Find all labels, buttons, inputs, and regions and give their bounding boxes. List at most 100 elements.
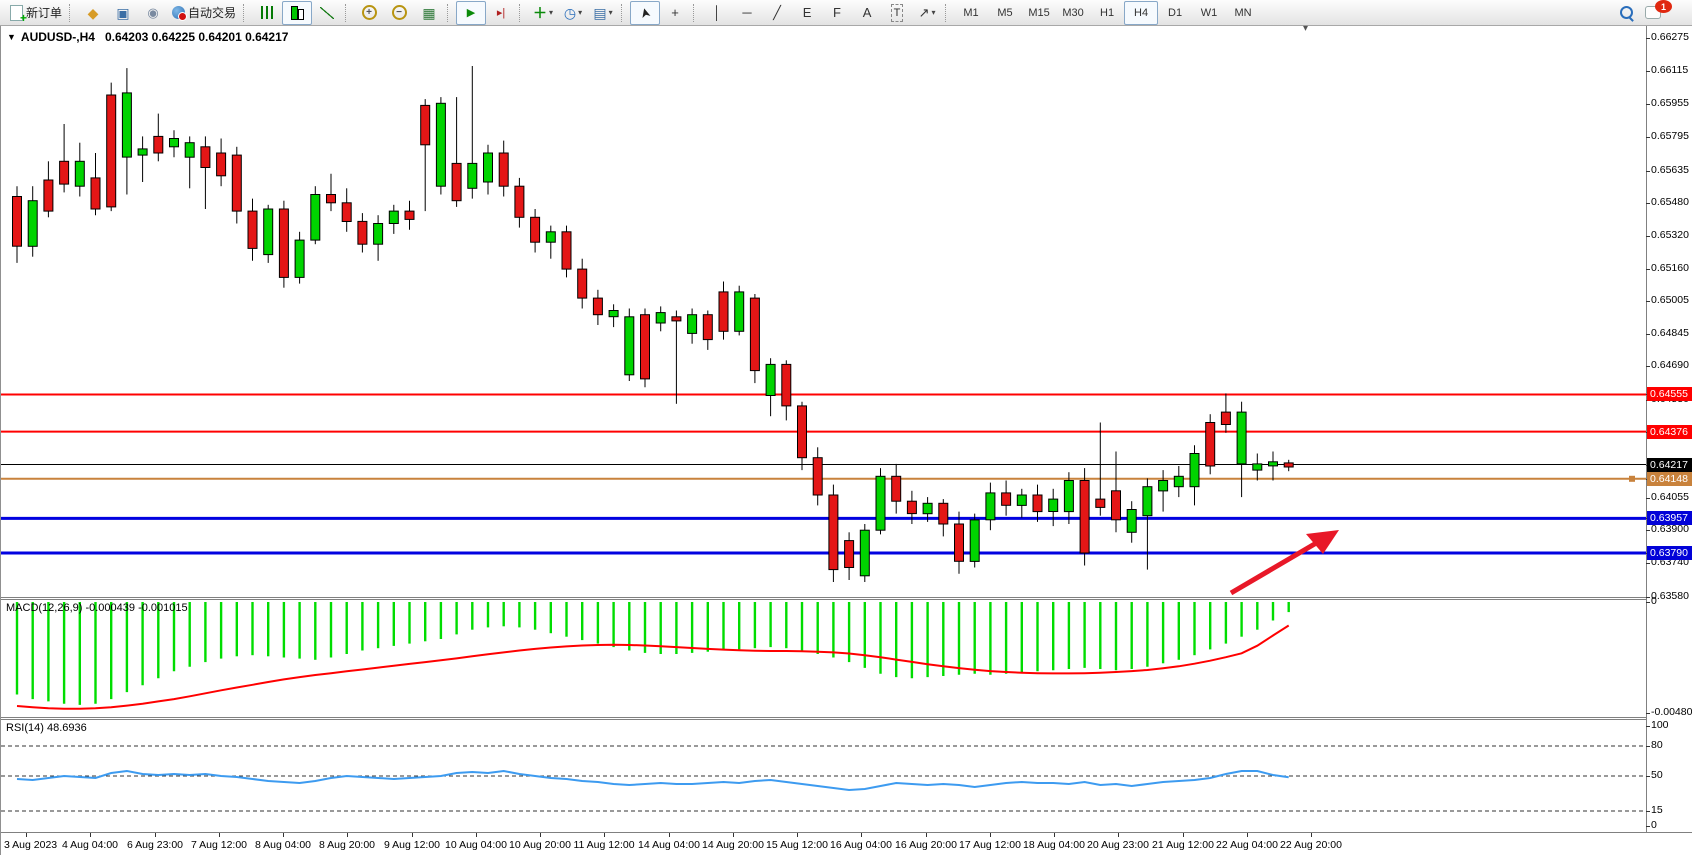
candle[interactable]	[342, 188, 351, 232]
candle[interactable]	[813, 447, 822, 505]
timeframe-button-mn[interactable]: MN	[1226, 1, 1260, 25]
candle[interactable]	[593, 290, 602, 325]
strategy-tester-button[interactable]: ◉	[138, 1, 168, 25]
collapse-icon[interactable]: ▼	[7, 32, 16, 42]
candle[interactable]	[829, 485, 838, 582]
candle[interactable]	[1017, 489, 1026, 518]
price-pane[interactable]: ▼ AUDUSD-,H4 0.64203 0.64225 0.64201 0.6…	[1, 26, 1646, 597]
macd-chart[interactable]	[1, 600, 1646, 717]
candle[interactable]	[1112, 452, 1121, 533]
timeframe-button-m30[interactable]: M30	[1056, 1, 1090, 25]
channel-tool-button[interactable]: E	[792, 1, 822, 25]
candle[interactable]	[641, 309, 650, 388]
candle[interactable]	[279, 201, 288, 288]
market-watch-button[interactable]: ◆	[78, 1, 108, 25]
candle[interactable]	[499, 141, 508, 197]
candle[interactable]	[295, 232, 304, 284]
arrows-tool-button[interactable]: ↗▾	[912, 1, 942, 25]
timeframe-button-h4[interactable]: H4	[1124, 1, 1158, 25]
chart-shift-button[interactable]: ▸|	[486, 1, 516, 25]
candle[interactable]	[672, 311, 681, 404]
candle[interactable]	[170, 130, 179, 157]
candle[interactable]	[154, 114, 163, 162]
candle[interactable]	[845, 532, 854, 580]
candle[interactable]	[970, 514, 979, 568]
candle[interactable]	[232, 147, 241, 224]
candle[interactable]	[374, 215, 383, 261]
candle[interactable]	[264, 205, 273, 263]
text-tool-button[interactable]: A	[852, 1, 882, 25]
timeframe-button-w1[interactable]: W1	[1192, 1, 1226, 25]
chart-window[interactable]: ▼ AUDUSD-,H4 0.64203 0.64225 0.64201 0.6…	[0, 26, 1692, 855]
fibonacci-tool-button[interactable]: F	[822, 1, 852, 25]
candle[interactable]	[91, 153, 100, 215]
candle[interactable]	[468, 66, 477, 199]
candle[interactable]	[311, 186, 320, 244]
trendline-tool-button[interactable]: ╱	[762, 1, 792, 25]
candle[interactable]	[735, 286, 744, 336]
candle[interactable]	[185, 136, 194, 188]
candle[interactable]	[13, 186, 22, 263]
candle[interactable]	[28, 186, 37, 257]
timeframe-button-d1[interactable]: D1	[1158, 1, 1192, 25]
candle[interactable]	[1237, 402, 1246, 497]
candle[interactable]	[703, 311, 712, 350]
candle[interactable]	[358, 213, 367, 252]
rsi-pane[interactable]: RSI(14) 48.6936	[1, 720, 1646, 832]
indicators-button[interactable]: ＋▾	[528, 1, 558, 25]
candle[interactable]	[107, 83, 116, 212]
auto-scroll-button[interactable]: ▶	[456, 1, 486, 25]
candle[interactable]	[1127, 501, 1136, 543]
candle[interactable]	[1269, 452, 1278, 481]
candle[interactable]	[986, 483, 995, 531]
candle[interactable]	[656, 306, 665, 331]
candle[interactable]	[876, 468, 885, 534]
candle[interactable]	[217, 139, 226, 187]
candle[interactable]	[1033, 485, 1042, 522]
crosshair-tool-button[interactable]: +	[660, 1, 690, 25]
candle[interactable]	[609, 304, 618, 327]
candle[interactable]	[405, 201, 414, 230]
auto-trading-button[interactable]: 自动交易	[168, 1, 240, 25]
templates-button[interactable]: ▤▾	[588, 1, 618, 25]
candle[interactable]	[327, 174, 336, 211]
candle[interactable]	[389, 205, 398, 234]
data-window-button[interactable]: ▣	[108, 1, 138, 25]
candle[interactable]	[248, 199, 257, 261]
candle[interactable]	[201, 136, 210, 209]
candle[interactable]	[546, 226, 555, 259]
candle[interactable]	[1143, 478, 1152, 569]
candle[interactable]	[939, 499, 948, 536]
candle[interactable]	[122, 68, 131, 194]
candle[interactable]	[1159, 470, 1168, 512]
candle[interactable]	[1174, 466, 1183, 497]
vertical-line-tool-button[interactable]: │	[702, 1, 732, 25]
tile-windows-button[interactable]: ▦	[414, 1, 444, 25]
candle[interactable]	[750, 294, 759, 383]
candle[interactable]	[562, 226, 571, 278]
candle[interactable]	[766, 358, 775, 416]
zoom-out-button[interactable]: −	[384, 1, 414, 25]
candle[interactable]	[1221, 393, 1230, 432]
macd-pane[interactable]: MACD(12,26,9) -0.000439 -0.001015	[1, 600, 1646, 717]
candle[interactable]	[892, 464, 901, 514]
candle[interactable]	[421, 99, 430, 211]
candle[interactable]	[60, 124, 69, 192]
candle[interactable]	[625, 309, 634, 382]
timeframe-button-m15[interactable]: M15	[1022, 1, 1056, 25]
candlestick-chart-button[interactable]	[282, 1, 312, 25]
candlestick-chart[interactable]	[1, 26, 1646, 597]
candle[interactable]	[1190, 445, 1199, 505]
candle[interactable]	[1284, 460, 1293, 471]
text-label-tool-button[interactable]: T	[882, 1, 912, 25]
candle[interactable]	[955, 512, 964, 574]
candle[interactable]	[688, 309, 697, 344]
candle[interactable]	[452, 97, 461, 207]
periods-button[interactable]: ◷▾	[558, 1, 588, 25]
time-axis[interactable]: 3 Aug 20234 Aug 04:006 Aug 23:007 Aug 12…	[1, 832, 1692, 855]
line-drag-handle[interactable]	[1629, 476, 1635, 482]
candle[interactable]	[44, 161, 53, 217]
timeframe-button-m5[interactable]: M5	[988, 1, 1022, 25]
candle[interactable]	[436, 97, 445, 194]
timeframe-button-h1[interactable]: H1	[1090, 1, 1124, 25]
